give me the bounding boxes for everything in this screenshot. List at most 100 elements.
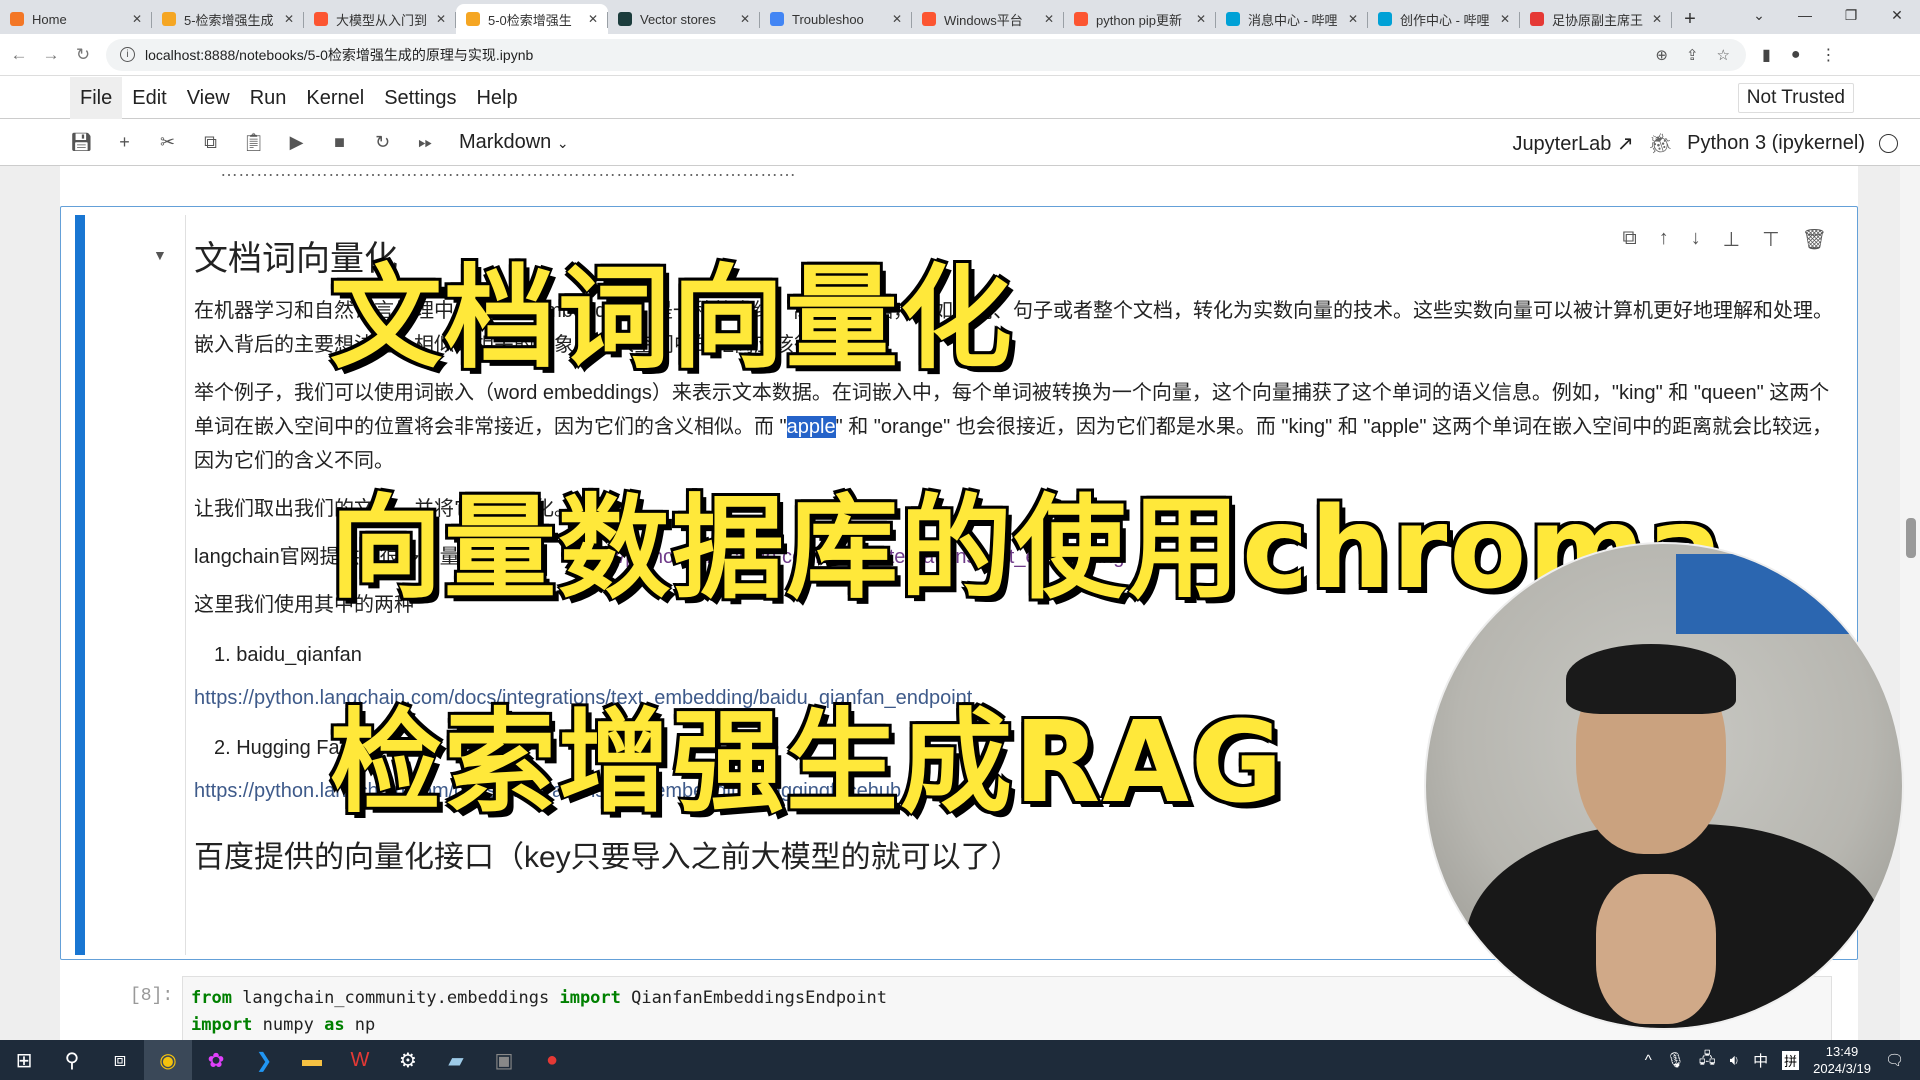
menu-file[interactable]: File bbox=[70, 76, 123, 119]
tab-title: 5-0检索增强生 bbox=[488, 12, 572, 28]
csdn-icon bbox=[922, 12, 936, 26]
tab-title: Troubleshoo bbox=[792, 11, 864, 27]
notebook-toolbar: 💾︎ + ✂ ⧉ 📋︎ ▶ ■ ↻ ⏩︎ Markdown ⌄ JupyterL… bbox=[0, 120, 1920, 166]
menu-view[interactable]: View bbox=[177, 77, 240, 119]
menu-edit[interactable]: Edit bbox=[122, 77, 176, 119]
back-button[interactable]: ← bbox=[6, 45, 32, 65]
run-icon[interactable]: ▶ bbox=[275, 132, 318, 153]
minimize-button[interactable]: — bbox=[1782, 0, 1828, 30]
browser-tab[interactable]: 5-检索增强生成 ✕ bbox=[152, 4, 304, 34]
reload-button[interactable]: ↻ bbox=[70, 45, 96, 65]
close-window-button[interactable]: ✕ bbox=[1874, 0, 1920, 30]
file-explorer-icon[interactable]: ▬ bbox=[288, 1040, 336, 1080]
browser-tab[interactable]: 大模型从入门到 ✕ bbox=[304, 4, 456, 34]
settings-gear-icon[interactable]: ⚙ bbox=[384, 1040, 432, 1080]
site-info-icon[interactable]: i bbox=[120, 47, 135, 62]
collapse-heading-icon[interactable]: ▼ bbox=[153, 247, 167, 263]
browser-tab[interactable]: Windows平台 ✕ bbox=[912, 4, 1064, 34]
notebook-scrollbar[interactable] bbox=[1900, 166, 1920, 1040]
close-tab-icon[interactable]: ✕ bbox=[1500, 12, 1510, 26]
close-tab-icon[interactable]: ✕ bbox=[1652, 12, 1662, 26]
url-text[interactable]: localhost:8888/notebooks/5-0检索增强生成的原理与实现… bbox=[145, 45, 533, 65]
network-icon[interactable]: 🖧︎ bbox=[1699, 1048, 1716, 1073]
screen-recorder-icon[interactable]: ● bbox=[528, 1040, 576, 1080]
tab-search-icon[interactable]: ⌄ bbox=[1736, 0, 1782, 30]
ime-language[interactable]: 中 bbox=[1753, 1050, 1768, 1071]
share-icon[interactable]: ⇪ bbox=[1686, 46, 1699, 64]
stop-icon[interactable]: ■ bbox=[318, 132, 361, 153]
tab-title: Vector stores bbox=[640, 11, 716, 27]
browser-tab[interactable]: 足协原副主席王 ✕ bbox=[1520, 4, 1672, 34]
new-tab-button[interactable]: + bbox=[1672, 4, 1708, 34]
color-app-icon[interactable]: ✿ bbox=[192, 1040, 240, 1080]
close-tab-icon[interactable]: ✕ bbox=[132, 12, 142, 26]
close-tab-icon[interactable]: ✕ bbox=[436, 12, 446, 26]
cut-icon[interactable]: ✂ bbox=[146, 132, 189, 153]
presenter-hand bbox=[1596, 874, 1716, 1024]
forward-button[interactable]: → bbox=[38, 45, 64, 65]
scrollbar-thumb[interactable] bbox=[1906, 518, 1916, 558]
copy-icon[interactable]: ⧉ bbox=[189, 132, 232, 153]
sidepanel-icon[interactable]: ▮ bbox=[1762, 45, 1771, 65]
close-tab-icon[interactable]: ✕ bbox=[1348, 12, 1358, 26]
profile-avatar-icon[interactable]: ● bbox=[1791, 46, 1801, 64]
kernel-name[interactable]: Python 3 (ipykernel) bbox=[1687, 132, 1865, 155]
keyword: as bbox=[324, 1015, 345, 1035]
close-tab-icon[interactable]: ✕ bbox=[1044, 12, 1054, 26]
browser-tab[interactable]: python pip更新 ✕ bbox=[1064, 4, 1216, 34]
microphone-icon[interactable]: 🎙︎ bbox=[1666, 1051, 1685, 1069]
browser-tab[interactable]: Vector stores ✕ bbox=[608, 4, 760, 34]
wps-icon[interactable]: W bbox=[336, 1040, 384, 1080]
zoom-icon[interactable]: ⊕ bbox=[1655, 46, 1668, 64]
kernel-status-idle-icon bbox=[1879, 133, 1898, 153]
selected-text[interactable]: apple bbox=[786, 416, 836, 438]
notification-center-icon[interactable]: 🗨︎ bbox=[1885, 1051, 1904, 1069]
keyword: import bbox=[191, 1015, 253, 1035]
browser-tab-active[interactable]: 5-0检索增强生 ✕ bbox=[456, 4, 608, 34]
code-token: np bbox=[344, 1015, 376, 1035]
overlay-caption-3: 检索增强生成RAG bbox=[329, 697, 1285, 830]
close-tab-icon[interactable]: ✕ bbox=[740, 12, 750, 26]
close-tab-icon[interactable]: ✕ bbox=[588, 12, 598, 26]
browser-tab[interactable]: 创作中心 - 哔哩 ✕ bbox=[1368, 4, 1520, 34]
close-tab-icon[interactable]: ✕ bbox=[284, 12, 294, 26]
execution-prompt: [8]: bbox=[130, 986, 174, 1006]
start-windows-icon[interactable]: ⊞ bbox=[0, 1040, 48, 1080]
restart-icon[interactable]: ↻ bbox=[361, 132, 404, 153]
menu-settings[interactable]: Settings bbox=[374, 77, 466, 119]
address-bar[interactable]: i localhost:8888/notebooks/5-0检索增强生成的原理与… bbox=[106, 38, 1746, 71]
browser-menu-icon[interactable]: ⋮ bbox=[1820, 45, 1836, 65]
run-all-icon[interactable]: ⏩︎ bbox=[404, 132, 447, 153]
browser-tab[interactable]: Home ✕ bbox=[0, 4, 152, 34]
close-tab-icon[interactable]: ✕ bbox=[892, 12, 902, 26]
tray-expand-icon[interactable]: ^ bbox=[1645, 1052, 1652, 1069]
menu-run[interactable]: Run bbox=[240, 77, 297, 119]
insert-cell-icon[interactable]: + bbox=[103, 132, 146, 153]
volume-icon[interactable]: 🔉︎ bbox=[1730, 1052, 1739, 1069]
paste-icon[interactable]: 📋︎ bbox=[232, 132, 275, 153]
tab-title: Windows平台 bbox=[944, 12, 1023, 28]
save-icon[interactable]: 💾︎ bbox=[60, 132, 103, 153]
browser-tab[interactable]: Troubleshoo ✕ bbox=[760, 4, 912, 34]
open-jupyterlab-link[interactable]: JupyterLab ↗ bbox=[1512, 131, 1633, 156]
ime-pinyin[interactable]: 拼 bbox=[1782, 1050, 1800, 1070]
cell-type-select[interactable]: Markdown ⌄ bbox=[459, 131, 569, 154]
task-view-icon[interactable]: ⧈ bbox=[96, 1040, 144, 1080]
chrome-icon[interactable]: ◉ bbox=[144, 1040, 192, 1080]
feishu-app-icon[interactable]: ❯ bbox=[240, 1040, 288, 1080]
notepad-icon[interactable]: ▰ bbox=[432, 1040, 480, 1080]
clock[interactable]: 13:49 2024/3/19 bbox=[1813, 1043, 1871, 1077]
menu-kernel[interactable]: Kernel bbox=[296, 77, 374, 119]
tab-title: 足协原副主席王 bbox=[1552, 12, 1644, 28]
trust-button[interactable]: Not Trusted bbox=[1737, 83, 1854, 113]
menu-help[interactable]: Help bbox=[466, 77, 527, 119]
terminal-icon[interactable]: ▣ bbox=[480, 1040, 528, 1080]
notebook-icon bbox=[466, 12, 480, 26]
close-tab-icon[interactable]: ✕ bbox=[1196, 12, 1206, 26]
browser-tab[interactable]: 消息中心 - 哔哩 ✕ bbox=[1216, 4, 1368, 34]
bookmark-star-icon[interactable]: ☆ bbox=[1717, 46, 1730, 64]
restore-button[interactable]: ❐ bbox=[1828, 0, 1874, 30]
previous-cell-text: …………………………………………………………………………………… bbox=[220, 166, 796, 180]
debugger-bug-icon[interactable]: 🐞︎ bbox=[1648, 131, 1673, 156]
search-icon[interactable]: ⚲ bbox=[48, 1040, 96, 1080]
